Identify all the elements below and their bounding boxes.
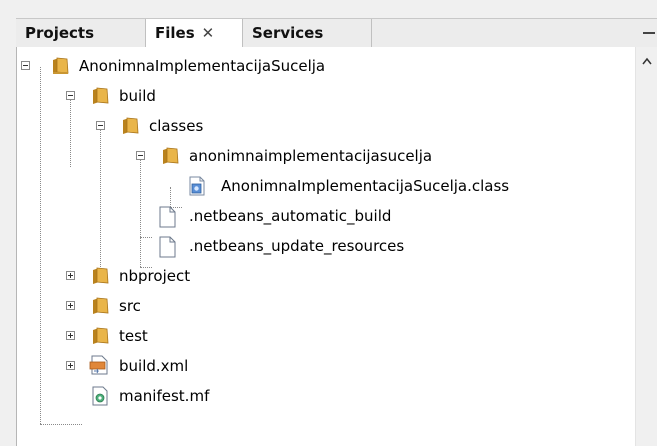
tab-label: Projects [25, 24, 95, 42]
tree-item-label: .netbeans_automatic_build [189, 207, 392, 225]
file-icon [159, 206, 176, 228]
tree-item-file[interactable]: .netbeans_update_resources [17, 231, 617, 261]
file-icon [159, 236, 176, 258]
xml-file-icon [89, 355, 108, 375]
expand-icon[interactable] [66, 301, 75, 310]
vertical-scrollbar[interactable] [635, 47, 657, 446]
class-file-icon [189, 176, 205, 196]
project-folder-icon [53, 57, 69, 74]
tree-item-nbproject[interactable]: nbproject [17, 261, 617, 291]
tab-services[interactable]: Services [243, 19, 372, 47]
folder-icon [93, 297, 109, 314]
minimize-icon[interactable] [643, 24, 655, 38]
tab-label: Services [252, 24, 324, 42]
tree-item-build[interactable]: build [17, 81, 617, 111]
tree-item-package-folder[interactable]: anonimnaimplementacijasucelja [17, 141, 617, 171]
tab-projects[interactable]: Projects [16, 19, 146, 47]
tab-label: Files [155, 24, 195, 42]
chevron-up-icon[interactable] [642, 57, 652, 65]
files-panel: Projects Files ✕ Services AnonimnaImplem… [16, 18, 657, 446]
folder-icon [93, 327, 109, 344]
collapse-icon[interactable] [96, 121, 105, 130]
tree-item-label: test [119, 327, 148, 345]
tree-item-label: build [119, 87, 156, 105]
close-icon[interactable]: ✕ [202, 24, 215, 42]
tree-item-src[interactable]: src [17, 291, 617, 321]
tab-files[interactable]: Files ✕ [145, 19, 243, 48]
folder-icon [163, 147, 179, 164]
folder-icon [93, 87, 109, 104]
tree-item-project[interactable]: AnonimnaImplementacijaSucelja [17, 51, 617, 81]
collapse-icon[interactable] [136, 151, 145, 160]
tree-item-label: AnonimnaImplementacijaSucelja.class [221, 177, 510, 195]
tree-item-label: manifest.mf [119, 387, 210, 405]
expand-icon[interactable] [66, 361, 75, 370]
tree-item-file[interactable]: .netbeans_automatic_build [17, 201, 617, 231]
tree-item-label: AnonimnaImplementacijaSucelja [79, 57, 326, 75]
manifest-file-icon [92, 386, 108, 406]
collapse-icon[interactable] [66, 91, 75, 100]
expand-icon[interactable] [66, 271, 75, 280]
folder-icon [123, 117, 139, 134]
file-tree[interactable]: AnonimnaImplementacijaSucelja build clas… [16, 47, 657, 446]
tree-item-manifest[interactable]: manifest.mf [17, 381, 617, 411]
tree-item-label: src [119, 297, 141, 315]
tree-item-test[interactable]: test [17, 321, 617, 351]
collapse-icon[interactable] [21, 61, 30, 70]
tree-item-label: nbproject [119, 267, 191, 285]
tree-item-label: .netbeans_update_resources [189, 237, 405, 255]
folder-icon [93, 267, 109, 284]
tree-item-classes[interactable]: classes [17, 111, 617, 141]
tree-item-label: anonimnaimplementacijasucelja [189, 147, 433, 165]
tree-item-build-xml[interactable]: build.xml [17, 351, 617, 381]
tab-bar: Projects Files ✕ Services [16, 18, 657, 48]
expand-icon[interactable] [66, 331, 75, 340]
tree-item-class-file[interactable]: AnonimnaImplementacijaSucelja.class [17, 171, 617, 201]
tree-guide-line [40, 424, 82, 425]
tree-item-label: classes [149, 117, 204, 135]
tree-item-label: build.xml [119, 357, 189, 375]
